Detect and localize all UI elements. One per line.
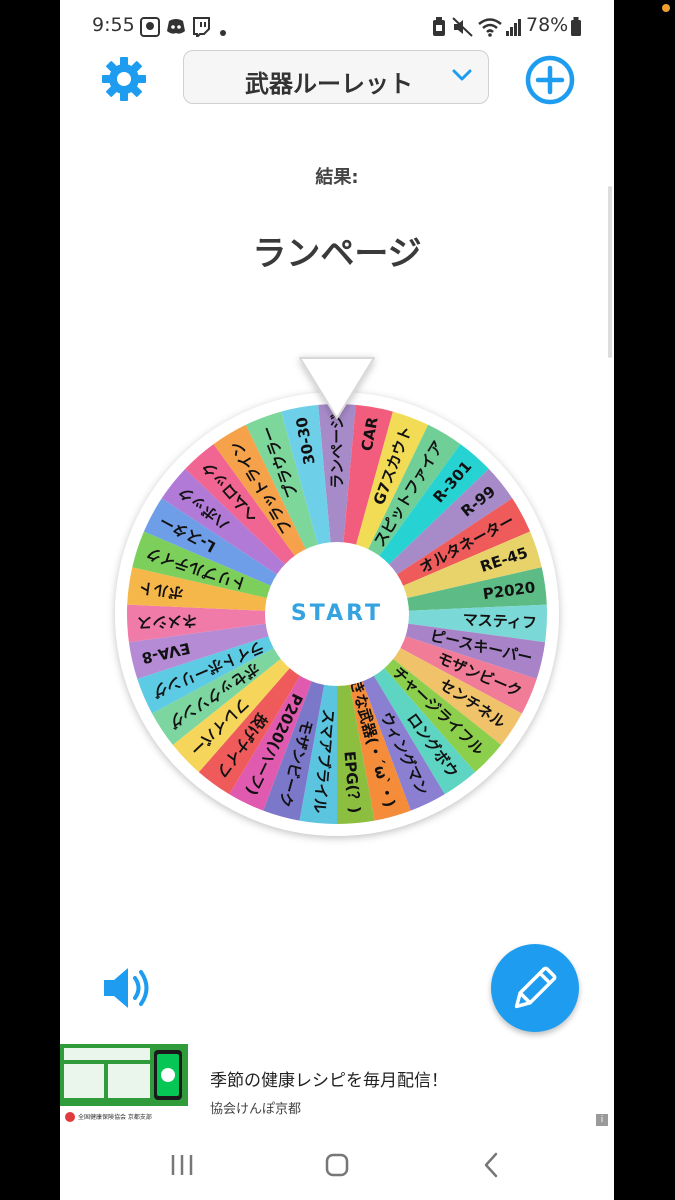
ad-image: 全国健康保険協会 京都支部: [60, 1044, 188, 1128]
sound-toggle-button[interactable]: [100, 962, 156, 1014]
wheel-segment-label: ネメシス: [137, 611, 198, 632]
recents-button[interactable]: [152, 1145, 212, 1185]
start-button[interactable]: START: [276, 584, 398, 644]
home-button[interactable]: [307, 1145, 367, 1185]
ad-sponsor: 協会けんぽ京都: [210, 1102, 302, 1117]
edit-button[interactable]: [491, 944, 579, 1032]
ad-info-icon[interactable]: i: [596, 1114, 608, 1126]
wheel-segment-label: マスティフ: [462, 611, 537, 632]
ad-thumb-logo: 全国健康保険協会 京都支部: [78, 1114, 152, 1121]
back-icon: [484, 1152, 498, 1178]
app-screen: 9:55 78% 武器ルーレット 結果: ランページ ランページ CAR G7ス…: [60, 0, 614, 1200]
home-icon: [325, 1153, 349, 1177]
wheel-segment-label: ランページ: [328, 414, 346, 489]
pencil-icon: [514, 966, 557, 1009]
ad-headline: 季節の健康レシピを毎月配信！: [210, 1071, 448, 1091]
notification-dot-icon: [662, 4, 670, 12]
recents-icon: [171, 1155, 193, 1175]
speaker-icon: [104, 968, 149, 1008]
ad-banner[interactable]: 全国健康保険協会 京都支部 季節の健康レシピを毎月配信！ 協会けんぽ京都 i: [60, 1044, 614, 1130]
back-button[interactable]: [462, 1145, 522, 1185]
